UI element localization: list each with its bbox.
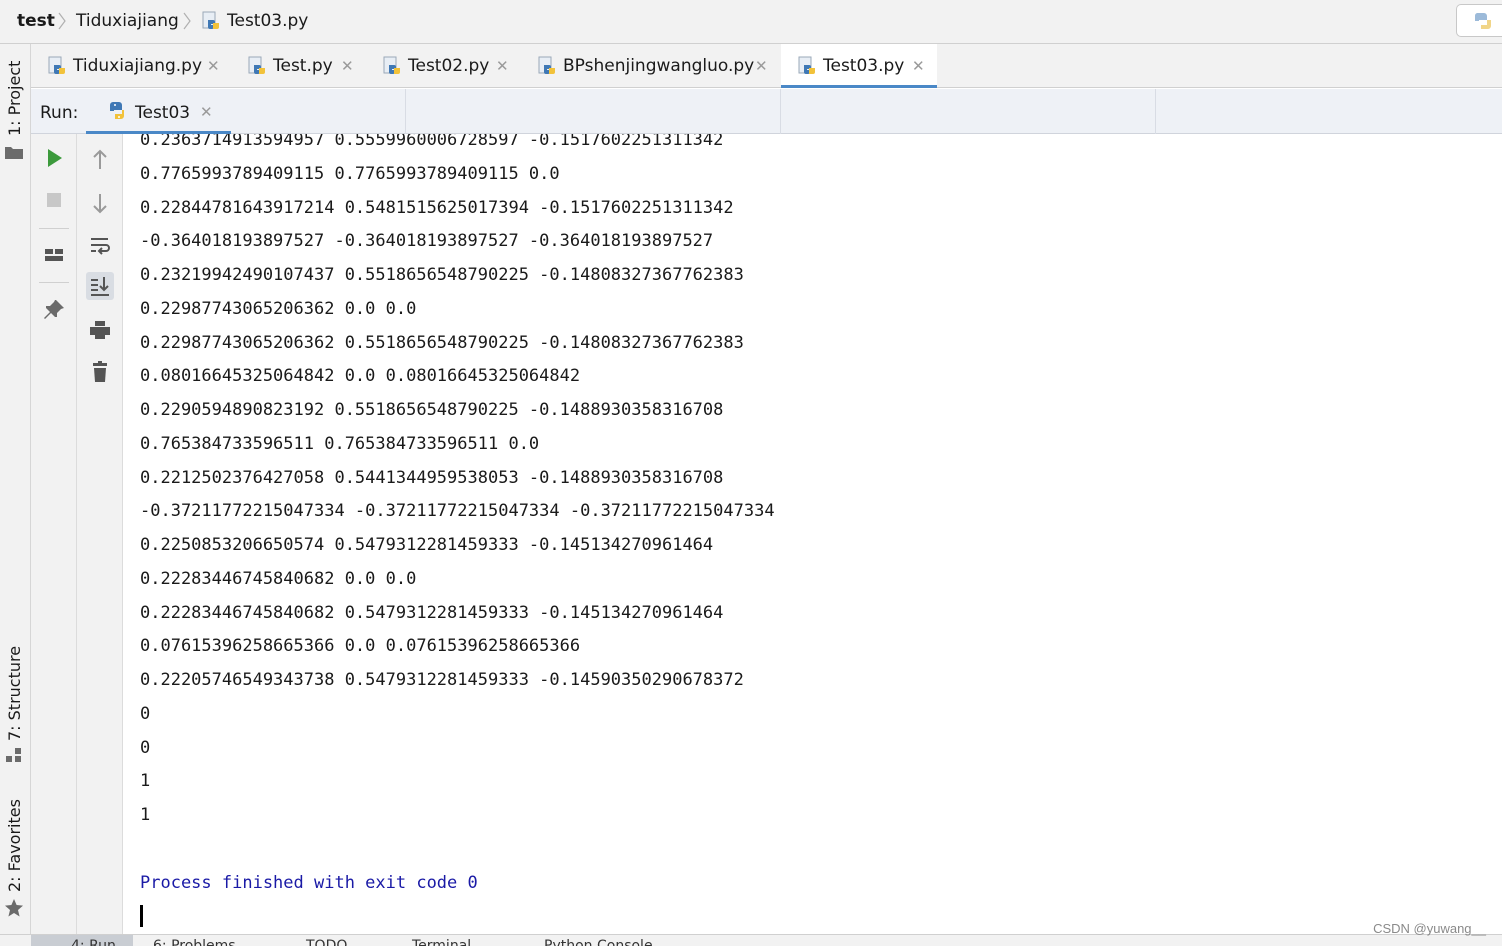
todo-tool-button[interactable]: TODO <box>306 938 347 946</box>
python-run-config-button[interactable] <box>1456 4 1502 37</box>
watermark: CSDN @yuwang__ <box>1373 921 1486 936</box>
tab-label: Test03.py <box>823 56 905 76</box>
run-tool-button[interactable]: 4: Run <box>31 935 133 946</box>
console-line: 0.22987743065206362 0.0 0.0 <box>140 299 417 319</box>
console-line: 0.765384733596511 0.765384733596511 0.0 <box>140 434 540 454</box>
run-toolbar-primary <box>31 134 77 934</box>
console-output[interactable]: 0.2363714913594957 0.5559960006728597 -0… <box>123 134 1502 934</box>
rerun-button[interactable] <box>40 144 68 172</box>
tab-tiduxiajiang[interactable]: Tiduxiajiang.py ✕ <box>39 44 231 88</box>
console-line: 0.22283446745840682 0.0 0.0 <box>140 569 417 589</box>
terminal-tool-button[interactable]: Terminal <box>412 938 471 946</box>
python-file-icon <box>47 56 67 76</box>
python-icon <box>107 101 127 121</box>
tab-label: Test.py <box>273 56 333 76</box>
python-file-icon <box>201 11 221 31</box>
close-icon[interactable]: ✕ <box>496 56 510 76</box>
console-line: 0.07615396258665366 0.0 0.07615396258665… <box>140 636 581 656</box>
console-line: 0.7765993789409115 0.7765993789409115 0.… <box>140 164 560 184</box>
favorites-tool-button[interactable]: 2: Favorites <box>4 799 26 892</box>
console-line: 0.22205746549343738 0.5479312281459333 -… <box>140 670 744 690</box>
print-button[interactable] <box>86 316 114 344</box>
console-line: 1 <box>140 805 151 825</box>
left-tool-stripe: 1: Project 7: Structure 2: Favorites <box>0 44 31 946</box>
run-panel-header: Run: Test03 ✕ <box>31 89 1502 134</box>
python-file-icon <box>247 56 267 76</box>
editor-tab-bar: Tiduxiajiang.py ✕ Test.py ✕ Test02.py ✕ … <box>31 44 1502 88</box>
soft-wrap-button[interactable] <box>86 231 114 259</box>
trash-icon[interactable] <box>86 358 114 386</box>
divider <box>1155 89 1156 134</box>
close-icon[interactable]: ✕ <box>200 102 213 122</box>
console-line: 0.22987743065206362 0.5518656548790225 -… <box>140 333 744 353</box>
console-line: 0.22844781643917214 0.5481515625017394 -… <box>140 198 734 218</box>
close-icon[interactable]: ✕ <box>755 56 769 76</box>
tab-label: BPshenjingwangluo.py <box>563 56 755 76</box>
breadcrumb-project[interactable]: test <box>17 10 55 32</box>
stop-button[interactable] <box>40 186 68 214</box>
run-tab-test03[interactable]: Test03 ✕ <box>86 89 231 134</box>
problems-tool-button[interactable]: 6: Problems <box>153 938 236 946</box>
console-line: 0.22283446745840682 0.5479312281459333 -… <box>140 603 724 623</box>
divider <box>780 89 781 134</box>
python-file-icon <box>537 56 557 76</box>
tab-label: Test02.py <box>408 56 490 76</box>
restore-layout-button[interactable] <box>40 241 68 269</box>
console-line: 0.2290594890823192 0.5518656548790225 -0… <box>140 400 724 420</box>
console-line: 1 <box>140 771 151 791</box>
structure-icon <box>6 748 22 768</box>
tab-test03[interactable]: Test03.py ✕ <box>781 44 937 88</box>
console-line: -0.364018193897527 -0.364018193897527 -0… <box>140 231 714 251</box>
scroll-to-end-button[interactable] <box>86 272 114 300</box>
up-arrow-button[interactable] <box>86 146 114 174</box>
breadcrumb-chevron-icon <box>183 10 191 32</box>
tab-bpshenjingwangluo[interactable]: BPshenjingwangluo.py ✕ <box>529 44 779 88</box>
toolbar-separator <box>39 228 69 229</box>
divider <box>405 89 406 134</box>
close-icon[interactable]: ✕ <box>912 56 926 76</box>
pin-tab-button[interactable] <box>40 296 68 324</box>
console-line: -0.37211772215047334 -0.3721177221504733… <box>140 501 775 521</box>
python-console-tool-button[interactable]: Python Console <box>544 938 653 946</box>
console-line: 0.2212502376427058 0.5441344959538053 -0… <box>140 468 724 488</box>
tab-test02[interactable]: Test02.py ✕ <box>374 44 516 88</box>
breadcrumb-file[interactable]: Test03.py <box>227 10 308 32</box>
console-line: 0.2363714913594957 0.5559960006728597 -0… <box>140 134 724 150</box>
text-caret <box>140 905 143 927</box>
python-file-icon <box>797 56 817 76</box>
down-arrow-button[interactable] <box>86 189 114 217</box>
tab-test[interactable]: Test.py ✕ <box>239 44 365 88</box>
console-line: 0 <box>140 738 151 758</box>
run-panel-title: Run: <box>40 103 79 123</box>
console-line: 0.08016645325064842 0.0 0.08016645325064… <box>140 366 581 386</box>
console-line: 0.23219942490107437 0.5518656548790225 -… <box>140 265 744 285</box>
tab-label: Tiduxiajiang.py <box>73 56 203 76</box>
breadcrumb-chevron-icon <box>58 10 66 32</box>
close-icon[interactable]: ✕ <box>341 56 355 76</box>
run-tab-label: Test03 <box>135 103 191 123</box>
active-tab-indicator <box>781 85 937 88</box>
project-tool-button[interactable]: 1: Project <box>4 61 26 136</box>
breadcrumb-folder[interactable]: Tiduxiajiang <box>76 10 179 32</box>
toolbar-separator <box>39 282 69 283</box>
run-toolbar-secondary <box>77 134 123 934</box>
bottom-tool-bar: 4: Run 6: Problems TODO Terminal Python … <box>0 934 1502 946</box>
python-file-icon <box>382 56 402 76</box>
navigation-bar: test Tiduxiajiang Test03.py <box>0 0 1502 44</box>
star-icon <box>4 898 24 922</box>
folder-icon <box>5 144 23 163</box>
console-line: 0.2250853206650574 0.5479312281459333 -0… <box>140 535 714 555</box>
console-line: 0 <box>140 704 151 724</box>
process-exit-message: Process finished with exit code 0 <box>140 873 478 893</box>
structure-tool-button[interactable]: 7: Structure <box>4 646 26 741</box>
close-icon[interactable]: ✕ <box>207 56 221 76</box>
